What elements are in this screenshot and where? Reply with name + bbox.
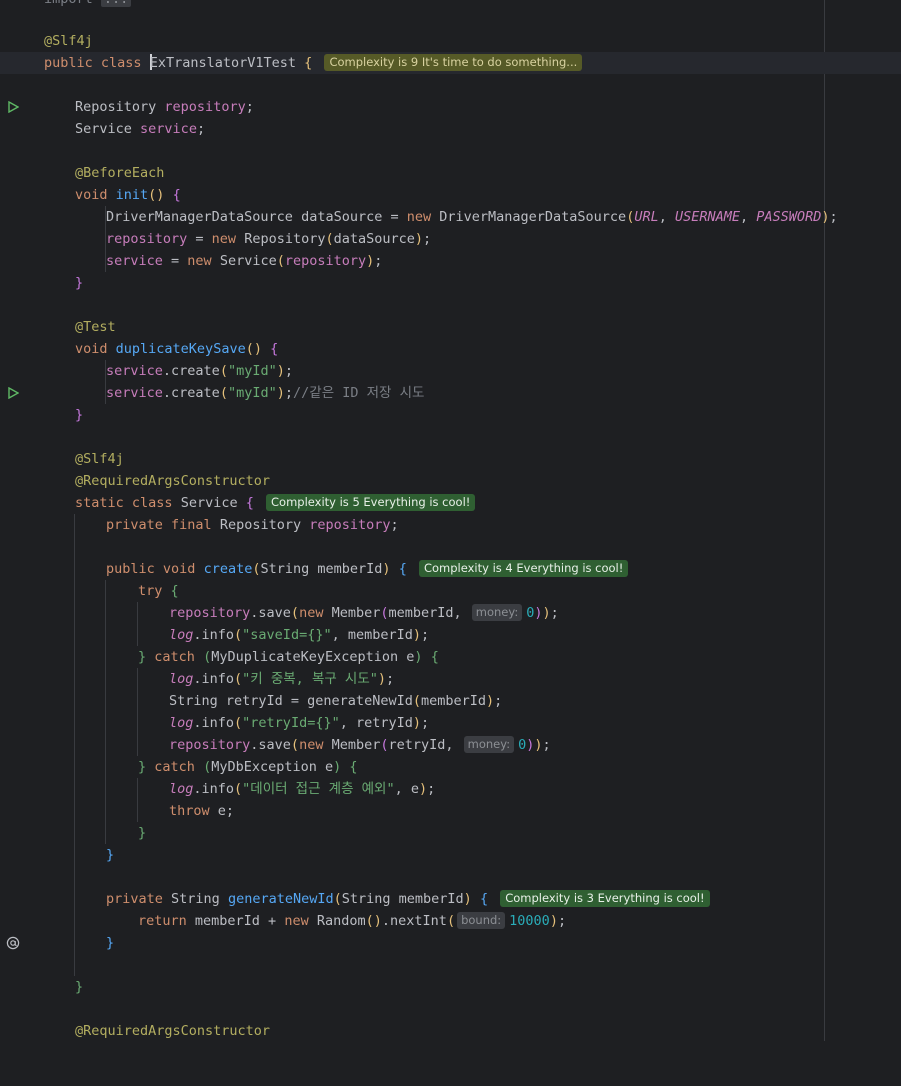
annotation: @RequiredArgsConstructor: [75, 1023, 271, 1039]
complexity-badge[interactable]: Complexity is 5 Everything is cool!: [266, 494, 476, 511]
method-name: duplicateKeySave: [115, 341, 246, 357]
code-line: log.info("saveId={}", memberId);: [169, 627, 430, 643]
method-name: create: [203, 561, 253, 577]
complexity-badge[interactable]: Complexity is 4 Everything is cool!: [418, 560, 629, 577]
code-line: String retryId = generateNewId(memberId)…: [169, 693, 503, 709]
code-line: }: [75, 407, 84, 423]
annotation: @Slf4j: [44, 33, 93, 49]
code-editor[interactable]: import ... @Slf4j public class ExTransla…: [0, 0, 901, 1041]
code-line: log.info("데이터 접근 계층 예외", e);: [169, 781, 436, 797]
parameter-hint: money:: [463, 736, 515, 753]
code-line: throw e;: [169, 803, 235, 819]
code-line: return memberId + new Random().nextInt(b…: [138, 912, 567, 929]
code-line: }: [106, 847, 115, 863]
code-comment: //같은 ID 저장 시도: [293, 385, 425, 401]
code-line: private String generateNewId(String memb…: [0, 888, 901, 950]
code-line: public void create(String memberId) { Co…: [0, 558, 901, 580]
code-line: Repository repository;: [75, 99, 254, 115]
class-name: ExTranslatorV1Test: [149, 55, 297, 71]
code-line: repository.save(new Member(memberId, mon…: [169, 604, 559, 621]
code-line: }: [106, 935, 115, 951]
code-line: DriverManagerDataSource dataSource = new…: [106, 209, 838, 225]
code-line: @BeforeEach: [0, 162, 901, 184]
method-name: generateNewId: [227, 891, 334, 907]
code-line: }: [75, 979, 84, 995]
code-line: static class Service { Complexity is 5 E…: [0, 492, 901, 514]
code-line: @Test: [0, 316, 901, 338]
code-line: log.info("키 중복, 복구 시도");: [169, 671, 395, 687]
parameter-hint: bound:: [457, 912, 506, 929]
code-line: @RequiredArgsConstructor: [0, 470, 901, 492]
code-line: service.create("myId");//같은 ID 저장 시도: [106, 385, 425, 401]
code-line: @RequiredArgsConstructor: [0, 1020, 901, 1042]
code-line: void init() {: [75, 187, 181, 203]
code-line: } catch (MyDbException e) {: [138, 759, 358, 775]
code-line: service.create("myId");: [106, 363, 294, 379]
method-name: init: [115, 187, 149, 203]
class-name: Service: [172, 495, 246, 511]
code-line: service = new Service(repository);: [106, 253, 383, 269]
annotation: @RequiredArgsConstructor: [75, 473, 271, 489]
code-line: }: [75, 275, 84, 291]
code-line: repository = new Repository(dataSource);: [106, 231, 432, 247]
code-line: void duplicateKeySave() {: [0, 338, 901, 399]
code-line: @Slf4j: [0, 30, 901, 52]
code-line: log.info("retryId={}", retryId);: [169, 715, 430, 731]
code-line: } catch (MyDuplicateKeyException e) {: [138, 649, 439, 665]
parameter-hint: money:: [471, 604, 523, 621]
code-line: try {: [138, 583, 179, 599]
folded-imports[interactable]: ...: [100, 0, 132, 7]
import-keyword: import: [44, 0, 93, 7]
code-line: @Slf4j: [0, 448, 901, 470]
complexity-badge[interactable]: Complexity is 3 Everything is cool!: [500, 890, 710, 907]
annotation: @BeforeEach: [75, 165, 165, 181]
code-line-current: public class ExTranslatorV1Test { Comple…: [0, 52, 901, 113]
complexity-badge[interactable]: Complexity is 9 It's time to do somethin…: [324, 54, 583, 71]
code-line: Service service;: [75, 121, 206, 137]
annotation: @Slf4j: [75, 451, 124, 467]
code-line: }: [138, 825, 147, 841]
code-line: private final Repository repository;: [106, 517, 399, 533]
import-fold-line: import ...: [0, 0, 901, 10]
annotation: @Test: [75, 319, 116, 335]
code-line: repository.save(new Member(retryId, mone…: [169, 736, 551, 753]
